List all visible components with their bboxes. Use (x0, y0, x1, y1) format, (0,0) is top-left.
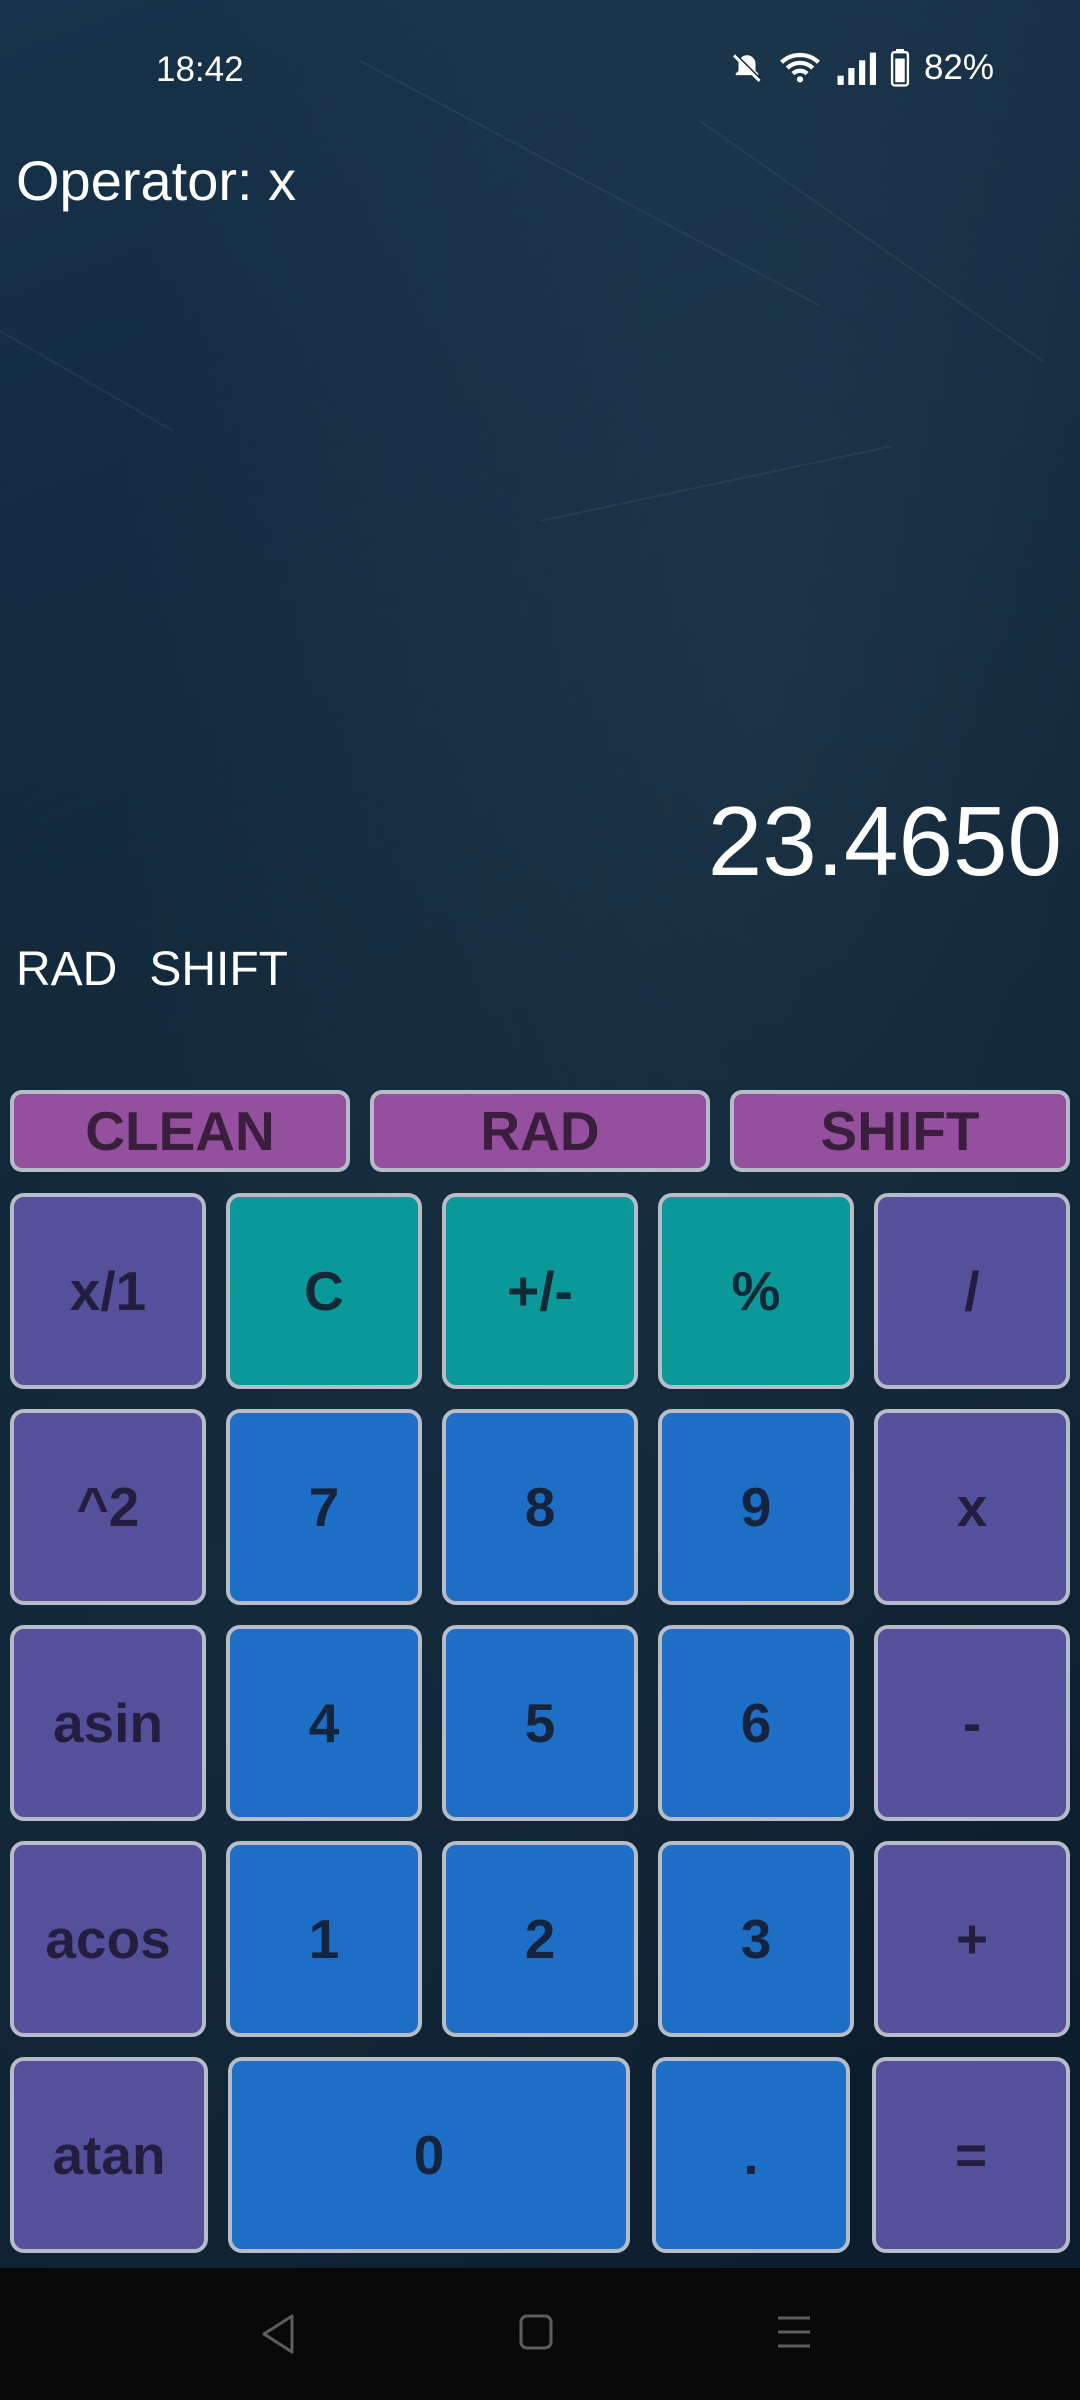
plus-button[interactable]: + (874, 1841, 1070, 2037)
percent-button[interactable]: % (658, 1193, 854, 1389)
mode-indicators: RAD SHIFT (16, 942, 288, 997)
scratch-mark (0, 330, 174, 432)
status-time: 18:42 (156, 50, 244, 89)
decimal-button[interactable]: . (652, 2057, 850, 2253)
shift-button[interactable]: SHIFT (730, 1090, 1070, 1172)
atan-button[interactable]: atan (10, 2057, 208, 2253)
reciprocal-button[interactable]: x/1 (10, 1193, 206, 1389)
negate-button[interactable]: +/- (442, 1193, 638, 1389)
navigation-bar (0, 2268, 1080, 2400)
signal-icon (836, 51, 876, 85)
acos-button[interactable]: acos (10, 1841, 206, 2037)
digit-0-button[interactable]: 0 (228, 2057, 630, 2253)
asin-button[interactable]: asin (10, 1625, 206, 1821)
home-icon[interactable] (518, 2312, 554, 2357)
clear-button[interactable]: C (226, 1193, 422, 1389)
digit-8-button[interactable]: 8 (442, 1409, 638, 1605)
digit-6-button[interactable]: 6 (658, 1625, 854, 1821)
equals-button[interactable]: = (872, 2057, 1070, 2253)
digit-7-button[interactable]: 7 (226, 1409, 422, 1605)
scratch-mark (539, 445, 893, 522)
digit-1-button[interactable]: 1 (226, 1841, 422, 2037)
wifi-icon (778, 51, 822, 85)
digit-5-button[interactable]: 5 (442, 1625, 638, 1821)
digit-9-button[interactable]: 9 (658, 1409, 854, 1605)
angle-mode-indicator: RAD (16, 943, 118, 996)
rad-button[interactable]: RAD (370, 1090, 710, 1172)
operator-label: Operator: x (16, 149, 297, 212)
multiply-button[interactable]: x (874, 1409, 1070, 1605)
bell-muted-icon (730, 51, 764, 85)
battery-percent: 82% (923, 48, 994, 87)
divide-button[interactable]: / (874, 1193, 1070, 1389)
square-button[interactable]: ^2 (10, 1409, 206, 1605)
scratch-mark (699, 120, 1045, 363)
digit-3-button[interactable]: 3 (658, 1841, 854, 2037)
digit-2-button[interactable]: 2 (442, 1841, 638, 2037)
back-icon[interactable] (258, 2312, 298, 2361)
result-display: 23.4650 (707, 786, 1062, 896)
shift-indicator: SHIFT (149, 943, 288, 996)
minus-button[interactable]: - (874, 1625, 1070, 1821)
battery-icon (890, 49, 910, 87)
digit-4-button[interactable]: 4 (226, 1625, 422, 1821)
status-icons: 82% (730, 46, 994, 90)
clean-button[interactable]: CLEAN (10, 1090, 350, 1172)
menu-icon[interactable] (776, 2312, 812, 2357)
status-bar: 18:42 82% (0, 0, 1080, 145)
